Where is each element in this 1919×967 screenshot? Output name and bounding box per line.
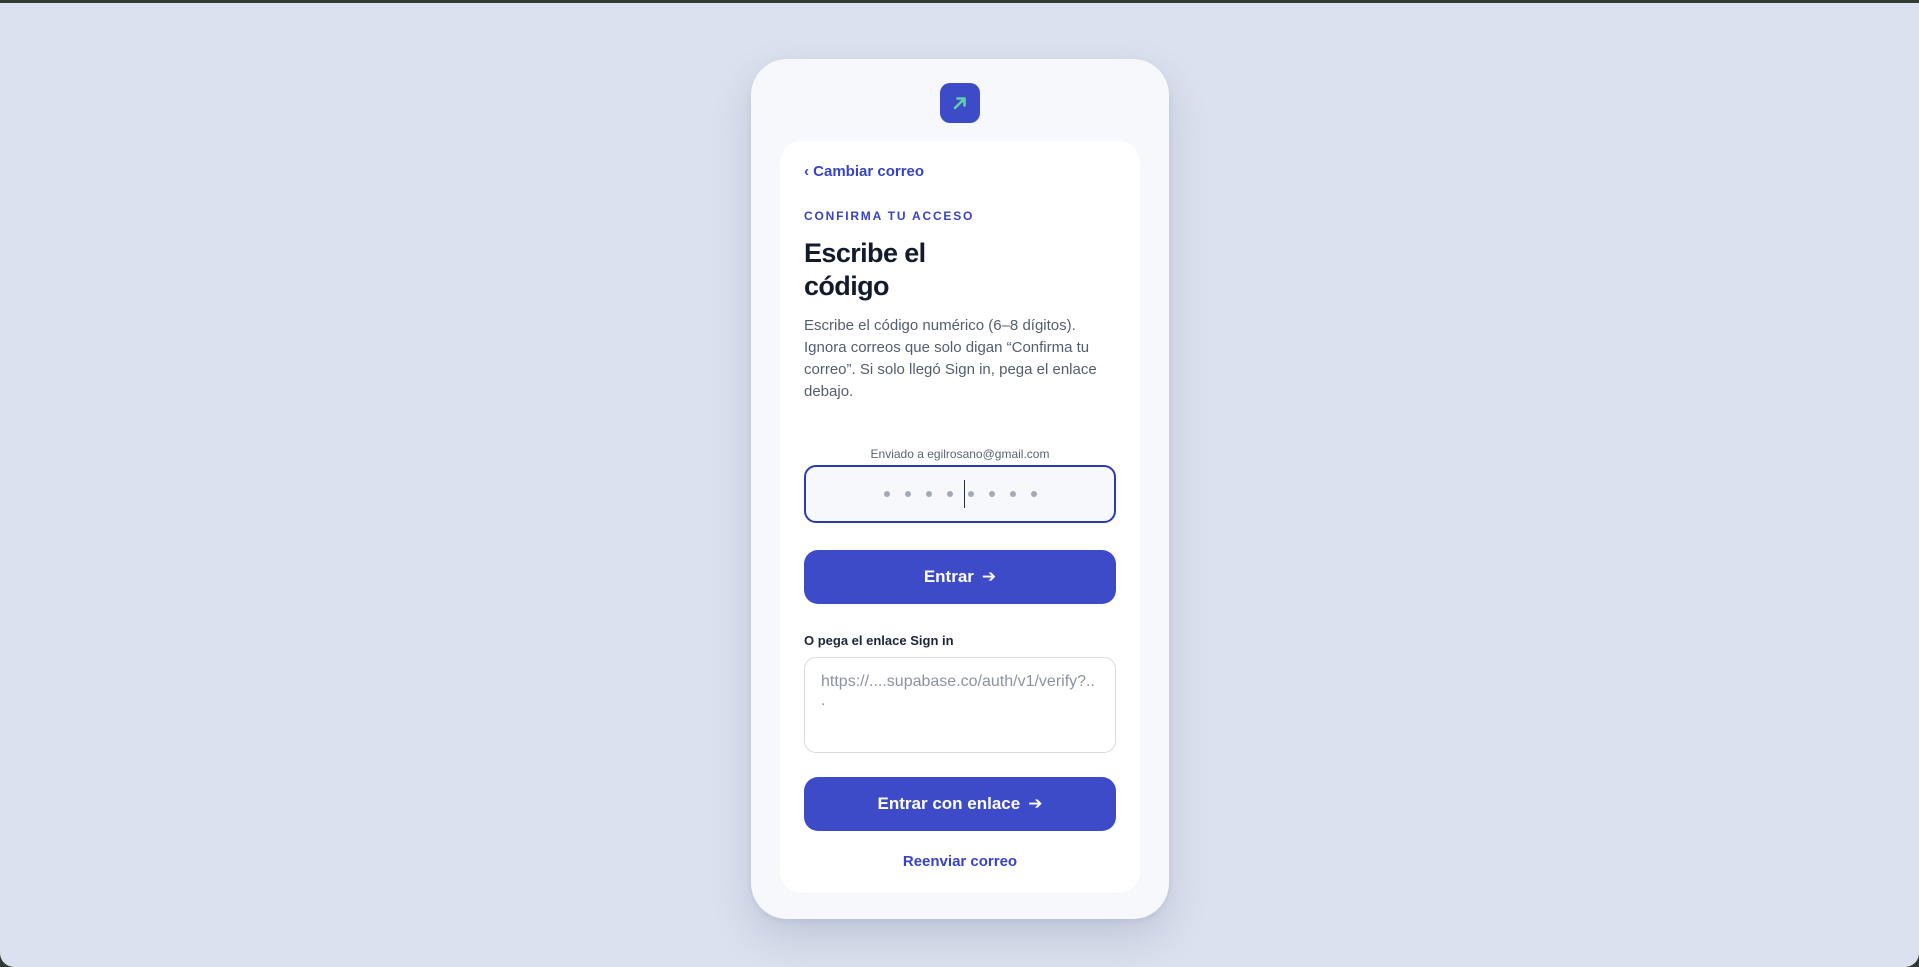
code-dot	[925, 491, 932, 497]
code-input[interactable]	[804, 465, 1116, 523]
app-logo	[940, 83, 980, 123]
sent-to-label: Enviado a egilrosano@gmail.com	[870, 447, 1050, 461]
code-dot	[988, 491, 995, 497]
code-dot	[1030, 491, 1037, 497]
app-window: ‹ Cambiar correo CONFIRMA TU ACCESO Escr…	[0, 3, 1919, 967]
login-panel: ‹ Cambiar correo CONFIRMA TU ACCESO Escr…	[751, 59, 1169, 919]
arrow-right-icon: ➔	[981, 567, 997, 586]
enter-button[interactable]: Entrar ➔	[804, 550, 1116, 604]
page-title: Escribe el código	[804, 238, 926, 301]
enter-with-link-label: Entrar con enlace	[877, 794, 1021, 813]
code-dot	[946, 491, 953, 497]
instructions-text: Escribe el código numérico (6–8 dígitos)…	[804, 317, 1097, 400]
arrow-up-right-icon	[953, 97, 966, 110]
enter-button-label: Entrar	[923, 567, 974, 586]
enter-with-link-button[interactable]: Entrar con enlace ➔	[804, 777, 1116, 831]
arrow-right-icon: ➔	[1028, 794, 1043, 813]
verify-card: ‹ Cambiar correo CONFIRMA TU ACCESO Escr…	[780, 141, 1140, 893]
code-dot	[967, 491, 974, 497]
text-caret	[963, 480, 965, 508]
link-field-label: O pega el enlace Sign in	[804, 633, 954, 648]
section-eyebrow: CONFIRMA TU ACCESO	[804, 209, 975, 223]
code-placeholder-dots	[883, 480, 1037, 508]
code-dot	[883, 491, 890, 497]
change-email-link[interactable]: ‹ Cambiar correo	[804, 163, 924, 180]
signin-link-input[interactable]	[804, 657, 1116, 753]
resend-email-link[interactable]: Reenviar correo	[804, 853, 1116, 870]
code-dot	[904, 491, 911, 497]
code-dot	[1009, 491, 1016, 497]
